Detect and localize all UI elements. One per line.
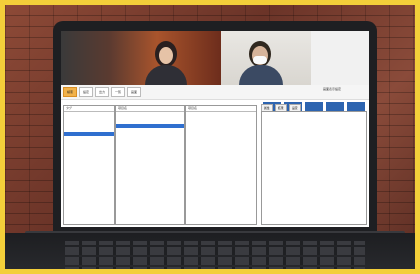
photo-frame: 検索 設定 出力 一覧 画面 画面表示設定 タグ 項目名 項目名 属性 結果 設… (0, 0, 420, 274)
person-left-face (159, 47, 173, 64)
app-window: 検索 設定 出力 一覧 画面 画面表示設定 タグ 項目名 項目名 属性 結果 設… (61, 85, 369, 227)
list-item[interactable] (64, 140, 114, 144)
middle-list-panel: 項目名 (115, 105, 185, 225)
right-detail-panel (261, 111, 367, 225)
tab-4[interactable]: 画面 (127, 87, 142, 97)
right-tab-strip: 属性 結果 設定 (261, 104, 361, 112)
list-item[interactable] (186, 124, 256, 128)
tab-1[interactable]: 設定 (79, 87, 94, 97)
left-list-panel: タグ (63, 105, 115, 225)
app-toolbar: 検索 設定 出力 一覧 画面 画面表示設定 (61, 85, 369, 100)
tab-2[interactable]: 出力 (95, 87, 110, 97)
tab-3[interactable]: 一覧 (111, 87, 126, 97)
tab-0[interactable]: 検索 (63, 87, 78, 97)
keyboard (65, 241, 365, 269)
list-item[interactable] (116, 132, 184, 136)
face-mask (253, 56, 267, 64)
header-note: 画面表示設定 (323, 87, 342, 91)
video-tile-left (61, 31, 221, 85)
detail-list-panel: 項目名 (185, 105, 257, 225)
